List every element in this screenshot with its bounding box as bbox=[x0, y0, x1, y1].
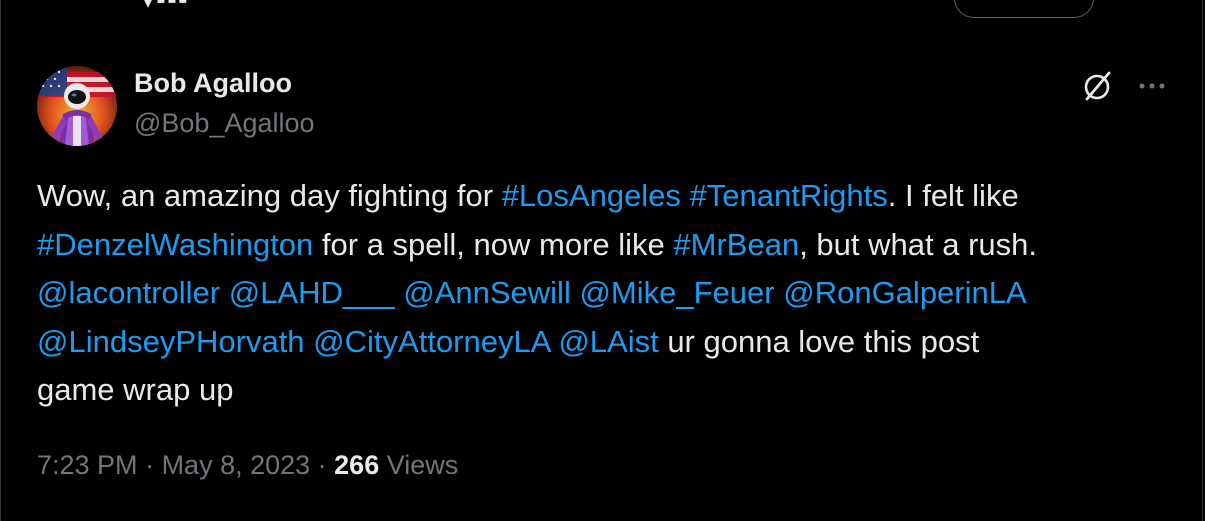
reply-button[interactable] bbox=[954, 0, 1094, 18]
more-options-button[interactable] bbox=[1132, 66, 1172, 106]
tweet-text-segment bbox=[395, 275, 404, 310]
author-display-name[interactable]: Bob Agalloo bbox=[134, 68, 292, 99]
mention-link[interactable]: @LAist bbox=[558, 324, 658, 359]
mention-link[interactable]: @Mike_Feuer bbox=[579, 275, 774, 310]
tweet-time[interactable]: 7:23 PM bbox=[37, 450, 138, 480]
tweet-date[interactable]: May 8, 2023 bbox=[162, 450, 311, 480]
grok-button[interactable] bbox=[1077, 66, 1117, 106]
meta-separator: · bbox=[137, 450, 162, 480]
astronaut-flag-avatar-icon bbox=[37, 66, 117, 146]
tweet-text: Wow, an amazing day fighting for #LosAng… bbox=[37, 172, 1187, 415]
tweet-text-line: #DenzelWashington for a spell, now more … bbox=[37, 221, 1187, 270]
tweet-text-segment: , but what a rush. bbox=[799, 226, 1037, 262]
tweet-text-segment bbox=[305, 324, 314, 359]
avatar[interactable] bbox=[37, 66, 117, 146]
tweet-text-line: game wrap up bbox=[37, 366, 1187, 415]
mention-link[interactable]: @RonGalperinLA bbox=[783, 275, 1026, 310]
tweet-text-segment bbox=[220, 275, 229, 310]
meta-separator: · bbox=[310, 450, 335, 480]
views-label: Views bbox=[386, 450, 459, 480]
hashtag-link[interactable]: #LosAngeles bbox=[502, 178, 681, 213]
tweet-text-segment bbox=[775, 275, 784, 310]
tweet-text-line: Wow, an amazing day fighting for #LosAng… bbox=[37, 172, 1187, 221]
views-count: 266 bbox=[334, 450, 380, 480]
mention-link[interactable]: @LindseyPHorvath bbox=[37, 324, 305, 359]
hashtag-link[interactable]: #TenantRights bbox=[690, 178, 888, 213]
hashtag-link[interactable]: #MrBean bbox=[673, 227, 799, 262]
tweet-container: ▾▪▪▪ bbox=[0, 0, 1203, 521]
tweet-text-segment: for a spell, now more like bbox=[313, 226, 674, 262]
tweet-text-line: @LindseyPHorvath @CityAttorneyLA @LAist … bbox=[37, 318, 1187, 367]
mention-link[interactable]: @LAHD___ bbox=[229, 275, 395, 310]
mention-link[interactable]: @lacontroller bbox=[37, 275, 220, 310]
more-dots-icon bbox=[1139, 83, 1165, 89]
tweet-meta: 7:23 PM · May 8, 2023 · 266 Views bbox=[37, 450, 458, 481]
tweet-text-segment bbox=[681, 178, 690, 213]
grok-slash-circle-icon bbox=[1084, 71, 1111, 101]
author-handle[interactable]: @Bob_Agalloo bbox=[134, 108, 315, 139]
page-header-fragment: ▾▪▪▪ bbox=[141, 0, 189, 15]
tweet-text-segment: Wow, an amazing day fighting for bbox=[37, 178, 502, 213]
tweet-text-segment: ur gonna love this post bbox=[658, 323, 980, 359]
tweet-text-segment: game wrap up bbox=[37, 372, 234, 407]
mention-link[interactable]: @CityAttorneyLA bbox=[313, 324, 550, 359]
hashtag-link[interactable]: #DenzelWashington bbox=[37, 227, 313, 262]
mention-link[interactable]: @AnnSewill bbox=[403, 275, 571, 310]
tweet-text-line: @lacontroller @LAHD___ @AnnSewill @Mike_… bbox=[37, 269, 1187, 318]
tweet-text-segment: . I felt like bbox=[887, 178, 1019, 213]
